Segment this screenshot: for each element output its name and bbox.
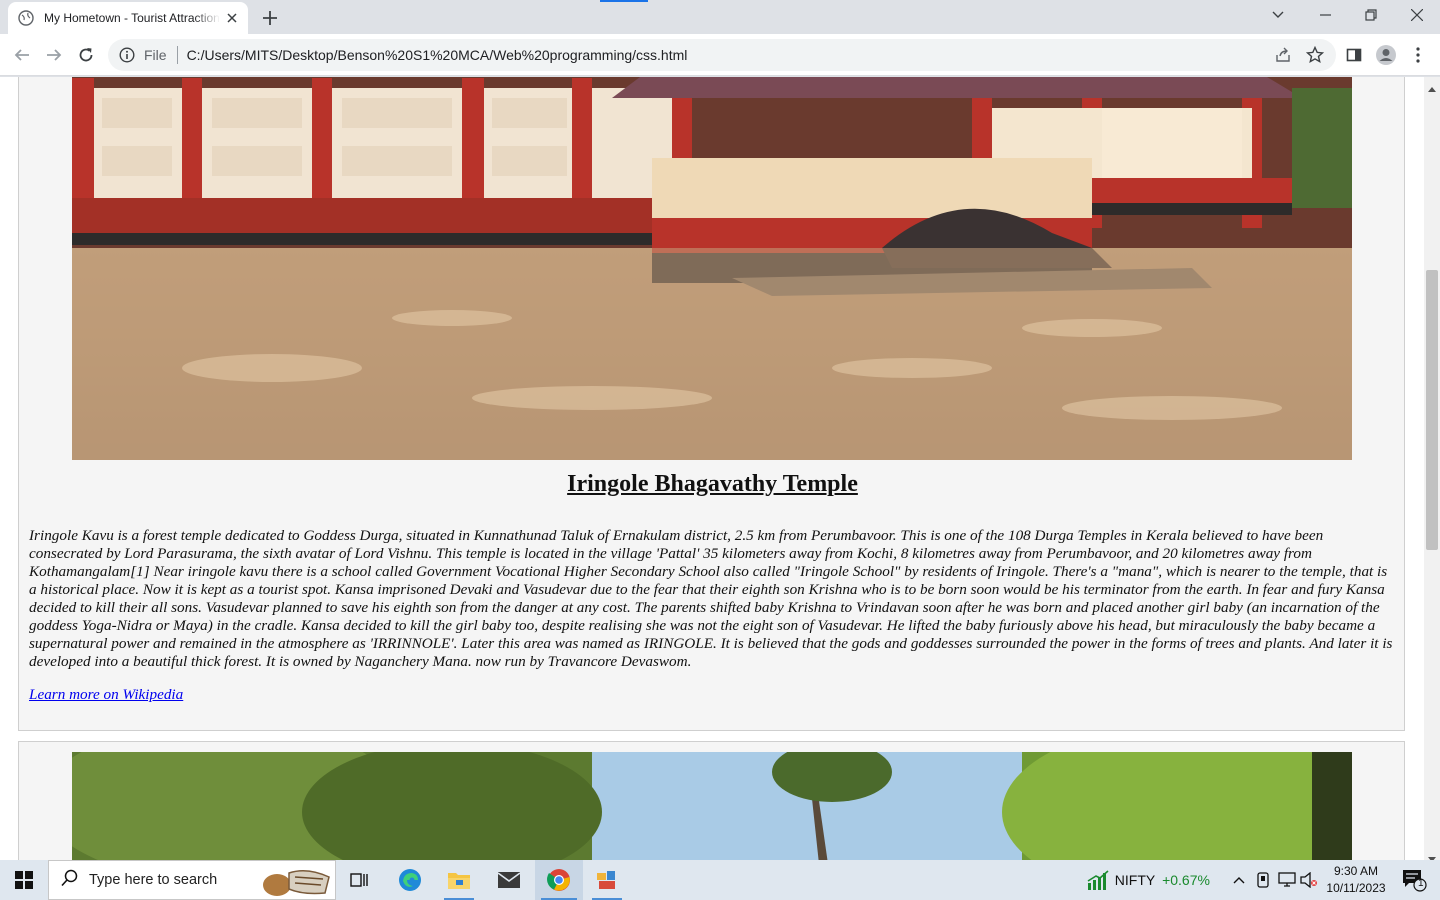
search-placeholder: Type here to search bbox=[89, 872, 218, 888]
reload-button[interactable] bbox=[72, 41, 100, 69]
stock-chart-icon bbox=[1082, 860, 1114, 900]
ticker-label: NIFTY bbox=[1114, 872, 1156, 888]
tab-strip: My Hometown - Tourist Attractions bbox=[0, 0, 1440, 34]
mail-icon[interactable] bbox=[488, 860, 530, 900]
network-icon[interactable] bbox=[1276, 860, 1298, 900]
clock-time: 9:30 AM bbox=[1333, 864, 1379, 878]
description-paragraph: Iringole Kavu is a forest temple dedicat… bbox=[29, 527, 1393, 670]
info-icon[interactable] bbox=[118, 46, 136, 64]
restore-button[interactable] bbox=[1348, 0, 1394, 30]
tab-loading-indicator bbox=[600, 0, 648, 2]
attraction-card: Iringole Bhagavathy Temple Iringole Kavu… bbox=[18, 77, 1405, 731]
wikipedia-link[interactable]: Learn more on Wikipedia bbox=[29, 686, 183, 704]
url-scheme-label: File bbox=[144, 47, 167, 63]
system-clock[interactable]: 9:30 AM 10/11/2023 bbox=[1322, 863, 1390, 897]
search-icon bbox=[61, 869, 79, 892]
notification-center-icon[interactable]: 1 bbox=[1394, 860, 1434, 900]
section-title: Iringole Bhagavathy Temple bbox=[567, 471, 858, 497]
tab-active[interactable]: My Hometown - Tourist Attractions bbox=[8, 2, 248, 34]
share-icon[interactable] bbox=[1274, 46, 1292, 69]
close-window-button[interactable] bbox=[1394, 0, 1440, 30]
bookmark-star-icon[interactable] bbox=[1305, 45, 1325, 69]
task-view-icon[interactable] bbox=[340, 860, 380, 900]
attraction-card-next bbox=[18, 741, 1405, 860]
temple-photo bbox=[72, 77, 1352, 460]
edge-browser-icon[interactable] bbox=[390, 860, 430, 900]
page-viewport: Iringole Bhagavathy Temple Iringole Kavu… bbox=[0, 77, 1440, 860]
app-icon[interactable] bbox=[586, 860, 628, 900]
volume-muted-icon[interactable] bbox=[1298, 860, 1320, 900]
tab-search-icon[interactable] bbox=[1255, 0, 1301, 30]
close-tab-icon[interactable] bbox=[224, 10, 240, 26]
file-explorer-icon[interactable] bbox=[438, 860, 480, 900]
side-panel-icon[interactable] bbox=[1340, 41, 1368, 69]
minimize-button[interactable] bbox=[1302, 0, 1348, 30]
scroll-down-icon[interactable] bbox=[1428, 850, 1436, 862]
search-highlight-icon bbox=[255, 863, 335, 900]
start-button[interactable] bbox=[0, 860, 48, 900]
clock-date: 10/11/2023 bbox=[1326, 881, 1386, 895]
chrome-icon[interactable] bbox=[535, 860, 583, 900]
back-button[interactable] bbox=[8, 41, 36, 69]
profile-avatar[interactable] bbox=[1372, 41, 1400, 69]
chevron-up-icon[interactable] bbox=[1228, 860, 1250, 900]
url-text[interactable]: C:/Users/MITS/Desktop/Benson%20S1%20MCA/… bbox=[187, 47, 688, 63]
ticker-change-value: +0.67% bbox=[1162, 872, 1210, 888]
omnibox-divider bbox=[176, 46, 178, 64]
browser-toolbar: File C:/Users/MITS/Desktop/Benson%20S1%2… bbox=[0, 34, 1440, 76]
scrollbar-thumb[interactable] bbox=[1426, 270, 1438, 550]
tab-title: My Hometown - Tourist Attractions bbox=[44, 11, 220, 25]
new-tab-button[interactable] bbox=[258, 6, 282, 30]
scroll-up-icon[interactable] bbox=[1428, 79, 1436, 92]
vertical-scrollbar[interactable] bbox=[1424, 77, 1440, 862]
more-menu-icon[interactable] bbox=[1404, 41, 1432, 69]
address-bar[interactable]: File C:/Users/MITS/Desktop/Benson%20S1%2… bbox=[108, 39, 1336, 71]
globe-icon bbox=[18, 10, 34, 26]
forward-button[interactable] bbox=[40, 41, 68, 69]
meet-now-icon[interactable] bbox=[1252, 860, 1274, 900]
ticker-change: +0.67% bbox=[1160, 860, 1212, 900]
notification-count: 1 bbox=[1418, 878, 1424, 889]
windows-taskbar: Type here to search NIFTY +0.67% 9:30 AM… bbox=[0, 860, 1440, 900]
ticker-name[interactable]: NIFTY bbox=[1115, 860, 1155, 900]
taskbar-search-box[interactable]: Type here to search bbox=[48, 860, 336, 900]
trees-photo bbox=[72, 752, 1352, 860]
